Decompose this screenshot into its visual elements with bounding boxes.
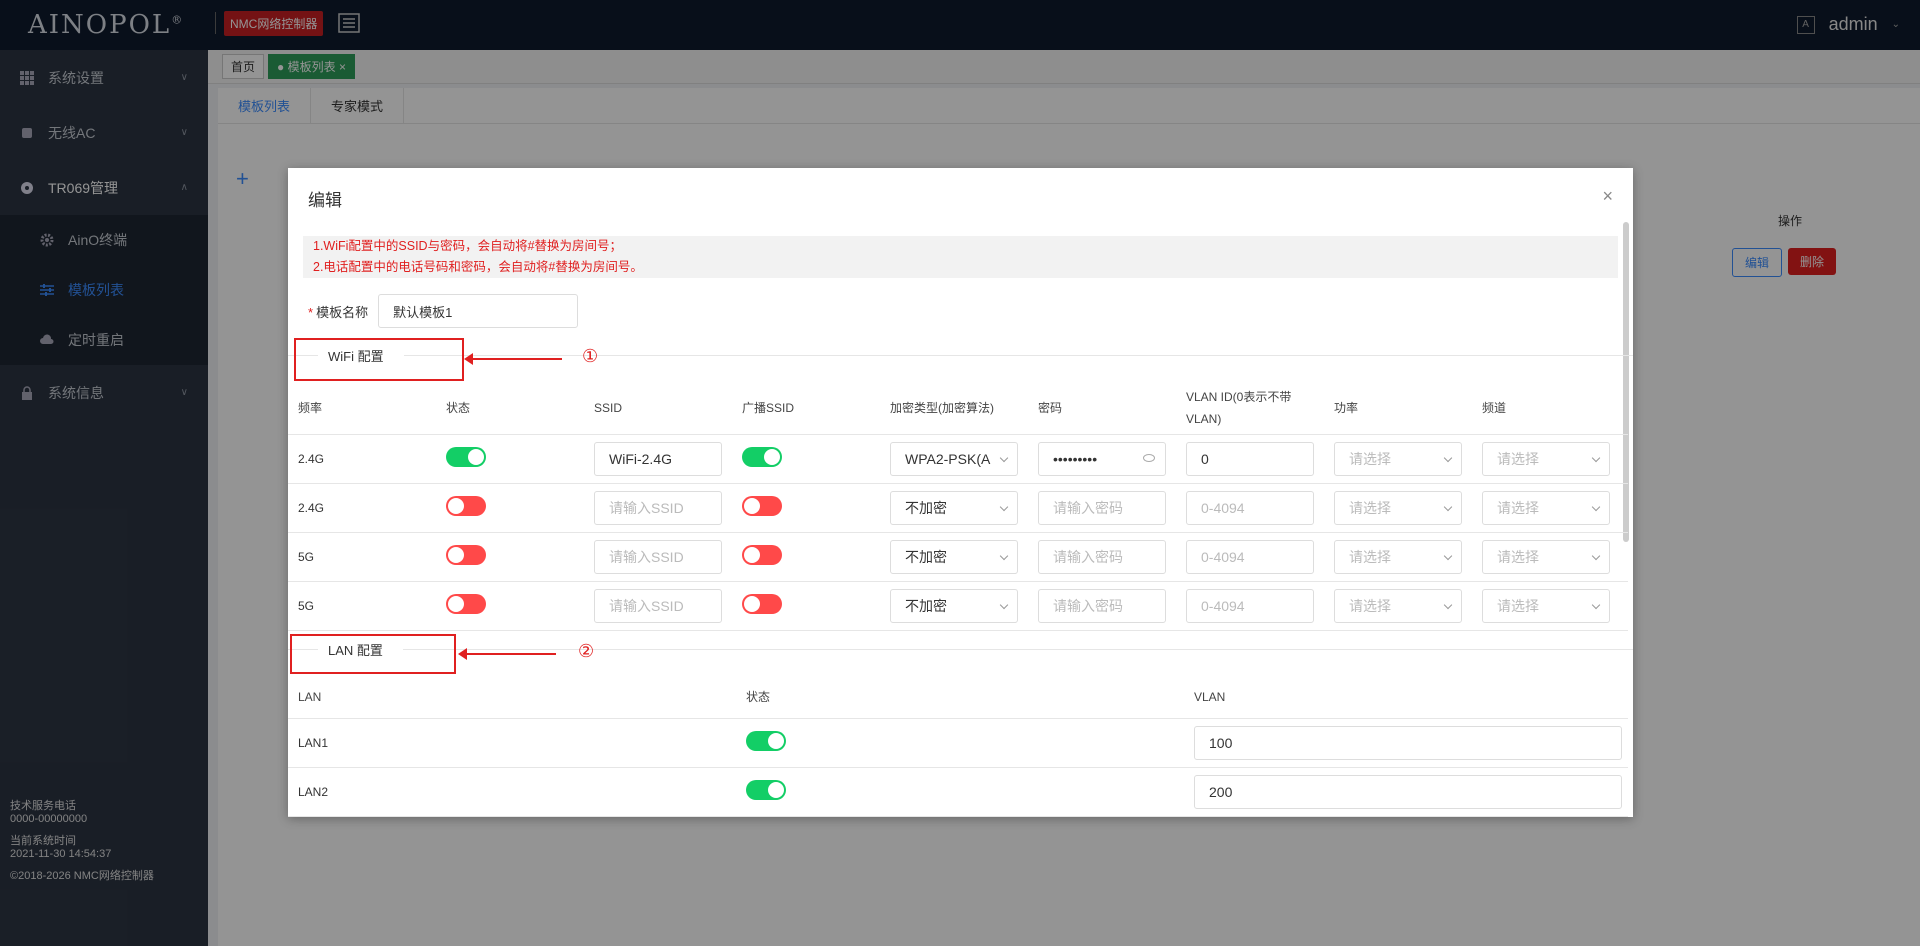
chevron-down-icon [999, 453, 1009, 462]
status-toggle[interactable] [446, 545, 486, 565]
vlan-input[interactable]: 0-4094 [1186, 539, 1314, 574]
encryption-select[interactable]: WPA2-PSK(A [890, 441, 1018, 476]
freq-cell: 2.4G [288, 483, 436, 533]
col-password: 密码 [1028, 382, 1176, 435]
col-lan: LAN [288, 676, 736, 719]
table-row: 5G 请输入SSID 不加密 请输入密码 0-4094 请选择 请选择 [288, 532, 1628, 582]
encryption-select[interactable]: 不加密 [890, 490, 1018, 525]
chevron-down-icon [999, 551, 1009, 560]
password-input[interactable]: 请输入密码 [1038, 539, 1166, 574]
encryption-select[interactable]: 不加密 [890, 539, 1018, 574]
table-row: LAN2 200 [288, 767, 1628, 817]
status-toggle[interactable] [446, 496, 486, 516]
channel-select[interactable]: 请选择 [1482, 588, 1610, 623]
template-name-input[interactable] [378, 294, 579, 328]
power-select[interactable]: 请选择 [1334, 490, 1462, 525]
broadcast-toggle[interactable] [742, 545, 782, 565]
lan-name: LAN2 [288, 767, 736, 817]
notice-line: 1.WiFi配置中的SSID与密码，会自动将#替换为房间号； [313, 239, 623, 253]
chevron-down-icon [999, 502, 1009, 511]
password-input[interactable]: ••••••••• [1038, 441, 1166, 476]
col-freq: 频率 [288, 382, 436, 435]
col-vlan: VLAN ID(0表示不带VLAN) [1176, 382, 1324, 435]
table-row: 5G 请输入SSID 不加密 请输入密码 0-4094 请选择 请选择 [288, 581, 1628, 631]
freq-cell: 5G [288, 581, 436, 631]
ssid-input[interactable]: 请输入SSID [594, 539, 722, 574]
annotation-number-2: ② [578, 641, 595, 661]
ssid-input[interactable]: WiFi-2.4G [594, 441, 722, 476]
template-name-row: * 模板名称 [308, 294, 579, 328]
wifi-section-header: WiFi 配置 [288, 340, 1633, 370]
annotation-box-1 [294, 338, 464, 381]
table-row: 2.4G 请输入SSID 不加密 请输入密码 0-4094 请选择 请选择 [288, 483, 1628, 533]
vlan-input[interactable]: 200 [1194, 774, 1622, 809]
table-row: 2.4G WiFi-2.4G WPA2-PSK(A ••••••••• 0 请选… [288, 434, 1628, 484]
ssid-input[interactable]: 请输入SSID [594, 588, 722, 623]
chevron-down-icon [1443, 502, 1453, 511]
template-name-label: * 模板名称 [308, 304, 369, 320]
chevron-down-icon [1443, 600, 1453, 609]
vlan-input[interactable]: 0-4094 [1186, 490, 1314, 525]
col-vlan: VLAN [1184, 676, 1628, 719]
lan-table: LAN 状态 VLAN LAN1 100 LAN2 200 [288, 676, 1628, 817]
password-input[interactable]: 请输入密码 [1038, 490, 1166, 525]
chevron-down-icon [1443, 551, 1453, 560]
annotation-arrow-1 [464, 353, 562, 365]
vlan-input[interactable]: 0-4094 [1186, 588, 1314, 623]
channel-select[interactable]: 请选择 [1482, 539, 1610, 574]
table-row: LAN1 100 [288, 718, 1628, 768]
broadcast-toggle[interactable] [742, 594, 782, 614]
chevron-down-icon [1591, 551, 1601, 560]
freq-cell: 2.4G [288, 434, 436, 484]
broadcast-toggle[interactable] [742, 496, 782, 516]
dialog-title: 编辑 [308, 191, 342, 210]
col-broadcast: 广播SSID [732, 382, 880, 435]
eye-icon[interactable] [1143, 453, 1155, 462]
power-select[interactable]: 请选择 [1334, 441, 1462, 476]
chevron-down-icon [1591, 453, 1601, 462]
edit-dialog: 编辑 × 1.WiFi配置中的SSID与密码，会自动将#替换为房间号； 2.电话… [288, 168, 1633, 817]
col-ssid: SSID [584, 382, 732, 435]
lan-section-header: LAN 配置 [288, 634, 1633, 664]
notice-line: 2.电话配置中的电话号码和密码，会自动将#替换为房间号。 [313, 260, 643, 274]
ssid-input[interactable]: 请输入SSID [594, 490, 722, 525]
notice-box: 1.WiFi配置中的SSID与密码，会自动将#替换为房间号； 2.电话配置中的电… [303, 236, 1618, 278]
power-select[interactable]: 请选择 [1334, 539, 1462, 574]
lan-name: LAN1 [288, 718, 736, 768]
status-toggle[interactable] [746, 731, 786, 751]
status-toggle[interactable] [746, 780, 786, 800]
col-status: 状态 [436, 382, 584, 435]
col-status: 状态 [736, 676, 1184, 719]
wifi-table: 频率 状态 SSID 广播SSID 加密类型(加密算法) 密码 VLAN ID(… [288, 382, 1628, 631]
password-input[interactable]: 请输入密码 [1038, 588, 1166, 623]
vlan-input[interactable]: 0 [1186, 441, 1314, 476]
power-select[interactable]: 请选择 [1334, 588, 1462, 623]
col-channel: 频道 [1472, 382, 1628, 435]
col-encryption: 加密类型(加密算法) [880, 382, 1028, 435]
status-toggle[interactable] [446, 594, 486, 614]
channel-select[interactable]: 请选择 [1482, 490, 1610, 525]
vlan-input[interactable]: 100 [1194, 725, 1622, 760]
col-power: 功率 [1324, 382, 1472, 435]
annotation-arrow-2 [458, 648, 556, 660]
chevron-down-icon [999, 600, 1009, 609]
freq-cell: 5G [288, 532, 436, 582]
encryption-select[interactable]: 不加密 [890, 588, 1018, 623]
annotation-box-2 [290, 634, 456, 674]
broadcast-toggle[interactable] [742, 447, 782, 467]
chevron-down-icon [1443, 453, 1453, 462]
status-toggle[interactable] [446, 447, 486, 467]
annotation-number-1: ① [582, 346, 599, 366]
channel-select[interactable]: 请选择 [1482, 441, 1610, 476]
close-icon[interactable]: × [1602, 186, 1613, 207]
chevron-down-icon [1591, 600, 1601, 609]
chevron-down-icon [1591, 502, 1601, 511]
